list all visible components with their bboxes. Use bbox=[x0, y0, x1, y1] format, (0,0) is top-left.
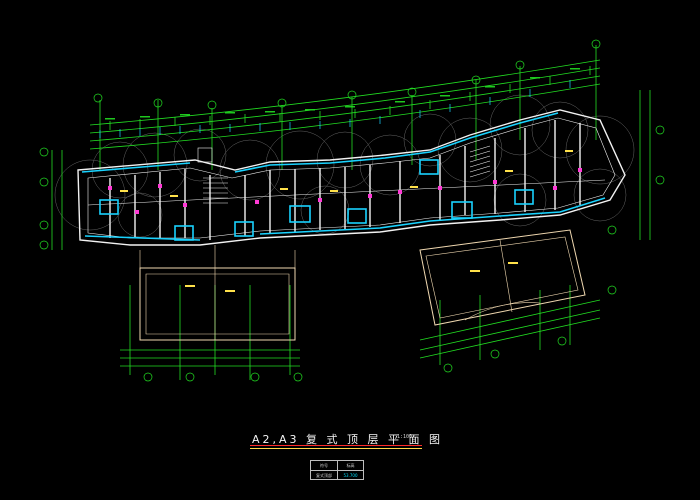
drawing-scale: 1:100 bbox=[397, 434, 413, 440]
legend-header-elevation: 标高 bbox=[346, 463, 355, 468]
legend-item-name: 复式顶部 bbox=[311, 471, 338, 480]
elevation-legend: 符号 标高 复式顶部 53.700 bbox=[310, 460, 364, 480]
legend-value-row: 复式顶部 53.700 bbox=[311, 470, 363, 480]
legend-header-symbol: 符号 bbox=[311, 461, 338, 470]
stair-hatching bbox=[197, 145, 491, 204]
legend-item-elevation: 53.700 bbox=[343, 473, 358, 478]
title-underline-yellow bbox=[250, 448, 422, 449]
floor-plan-drawing bbox=[39, 39, 665, 382]
title-underline-red bbox=[250, 445, 422, 446]
legend-header-row: 符号 标高 bbox=[311, 461, 363, 470]
roof-terrace-right bbox=[419, 229, 586, 326]
roof-terrace-left bbox=[139, 245, 296, 341]
dimension-text-marks bbox=[105, 68, 580, 120]
